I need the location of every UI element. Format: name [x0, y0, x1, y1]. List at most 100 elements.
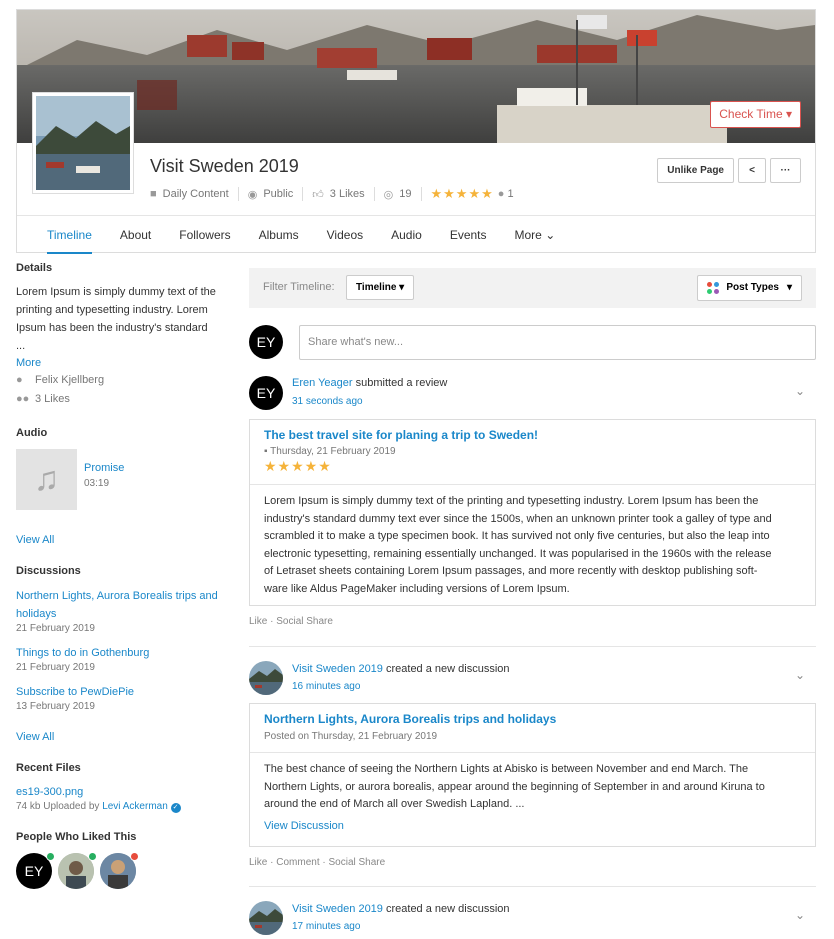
file-meta-text: 74 kb Uploaded by	[16, 801, 100, 812]
body-line: Northern Lights, or aurora borealis, app…	[264, 780, 765, 793]
tab-albums[interactable]: Albums	[245, 216, 313, 253]
filter-bar: Filter Timeline: Timeline ▾ Post Types ▾	[249, 268, 816, 308]
post-author-link[interactable]: Visit Sweden 2019	[292, 663, 383, 675]
folder-icon: ■	[150, 188, 157, 200]
details-more-link[interactable]: More	[16, 357, 234, 369]
recent-files-heading: Recent Files	[16, 762, 81, 774]
check-time-button[interactable]: Check Time ▾	[710, 101, 801, 128]
like-link[interactable]: Like	[249, 857, 267, 868]
discussion-card: Northern Lights, Aurora Borealis trips a…	[249, 703, 816, 847]
composer-avatar[interactable]: EY	[249, 325, 283, 359]
view-discussion-link[interactable]: View Discussion	[264, 818, 801, 836]
tab-about[interactable]: About	[106, 216, 165, 253]
discussion-title[interactable]: Northern Lights, Aurora Borealis trips a…	[16, 587, 234, 623]
details-heading: Details	[16, 262, 53, 274]
feed-divider	[249, 886, 816, 887]
people-liked-heading: People Who Liked This	[16, 831, 137, 843]
review-body: Lorem Ipsum is simply dummy text of the …	[250, 485, 815, 606]
discussion-date: 21 February 2019	[16, 662, 95, 673]
tab-followers[interactable]: Followers	[165, 216, 244, 253]
review-title[interactable]: The best travel site for planing a trip …	[264, 428, 801, 442]
filter-timeline-select[interactable]: Timeline ▾	[346, 275, 415, 300]
audio-view-all-link[interactable]: View All	[16, 534, 234, 546]
review-date: ▪ Thursday, 21 February 2019	[264, 446, 801, 457]
like-link[interactable]: Like	[249, 616, 267, 627]
chevron-down-icon[interactable]: ⌄	[795, 384, 805, 398]
audio-track-title[interactable]: Promise	[84, 462, 124, 474]
tab-more-label: More	[514, 228, 542, 242]
unlike-page-button[interactable]: Unlike Page	[657, 158, 734, 183]
likes-count[interactable]: 3 Likes	[330, 188, 365, 200]
post-author-avatar[interactable]	[249, 661, 283, 695]
file-uploader-link[interactable]: Levi Ackerman	[102, 801, 168, 812]
post-action: created a new discussion	[385, 663, 510, 675]
audio-thumbnail[interactable]: ♫	[16, 449, 77, 510]
social-share-link[interactable]: Social Share	[329, 857, 386, 868]
discussion-title[interactable]: Northern Lights, Aurora Borealis trips a…	[264, 712, 801, 726]
tab-events[interactable]: Events	[436, 216, 501, 253]
review-card-header: The best travel site for planing a trip …	[250, 420, 815, 485]
raters-count: 1	[507, 188, 514, 200]
post-time[interactable]: 31 seconds ago	[292, 396, 363, 407]
discussion-card-header: Northern Lights, Aurora Borealis trips a…	[250, 704, 815, 753]
post-action: submitted a review	[355, 377, 448, 389]
file-meta: 74 kb Uploaded by Levi Ackerman ✓	[16, 801, 234, 813]
page-tabs: Timeline About Followers Albums Videos A…	[17, 215, 815, 254]
post-header: Visit Sweden 2019 created a new discussi…	[292, 903, 510, 915]
more-options-button[interactable]: ···	[770, 158, 801, 183]
discussion-body: The best chance of seeing the Northern L…	[250, 753, 815, 843]
tab-more[interactable]: More ⌄	[501, 216, 570, 253]
body-line: electronic typesetting, remaining essent…	[264, 547, 772, 560]
body-line: ware like Aldus PageMaker including vers…	[264, 582, 570, 595]
social-share-link[interactable]: Social Share	[276, 616, 333, 627]
online-status-dot	[88, 852, 97, 861]
chevron-down-icon[interactable]: ⌄	[795, 908, 805, 922]
caret-down-icon: ▾	[785, 107, 792, 121]
post-author-avatar[interactable]: EY	[249, 376, 283, 410]
audio-item[interactable]: ♫ Promise 03:19	[16, 449, 234, 510]
post-time[interactable]: 16 minutes ago	[292, 681, 360, 692]
tab-videos[interactable]: Videos	[313, 216, 377, 253]
post-author-link[interactable]: Visit Sweden 2019	[292, 903, 383, 915]
body-line: The best chance of seeing the Northern L…	[264, 763, 749, 775]
tab-timeline[interactable]: Timeline	[33, 216, 106, 254]
post-author-avatar[interactable]	[249, 901, 283, 935]
comment-link[interactable]: Comment	[276, 857, 319, 868]
eye-icon: ◎	[383, 188, 394, 201]
sidebar: Details Lorem Ipsum is simply dummy text…	[16, 262, 234, 893]
details-line: ...	[16, 340, 26, 352]
page-title: Visit Sweden 2019	[150, 156, 299, 176]
share-button[interactable]: <	[738, 158, 766, 183]
discussion-posted: Posted on Thursday, 21 February 2019	[264, 731, 438, 742]
discussions-view-all-link[interactable]: View All	[16, 731, 234, 743]
discussion-item: Things to do in Gothenburg 21 February 2…	[16, 644, 234, 673]
audio-duration: 03:19	[84, 478, 110, 489]
discussion-title[interactable]: Subscribe to PewDiePie	[16, 683, 234, 701]
user-icon: ●	[16, 374, 23, 386]
discussions-heading: Discussions	[16, 565, 81, 577]
tab-audio[interactable]: Audio	[377, 216, 436, 253]
meta-divider	[420, 187, 422, 201]
page-avatar[interactable]	[33, 93, 133, 193]
post-author-link[interactable]: Eren Yeager	[292, 377, 353, 389]
file-name-link[interactable]: es19-300.png	[16, 786, 234, 798]
post-types-select[interactable]: Post Types ▾	[697, 275, 802, 301]
verified-icon: ✓	[170, 803, 181, 813]
composer-input[interactable]: Share what's new...	[299, 325, 816, 360]
header-actions: Unlike Page < ···	[657, 158, 801, 183]
body-line: Lorem Ipsum is simply dummy text of the …	[264, 495, 759, 507]
liker-initials: EY	[24, 863, 44, 879]
post-time[interactable]: 17 minutes ago	[292, 921, 360, 932]
category-label[interactable]: Daily Content	[163, 188, 229, 200]
rating-stars[interactable]: ★★★★★	[431, 186, 494, 202]
meta-divider	[237, 187, 239, 201]
discussion-date: 13 February 2019	[16, 701, 95, 712]
globe-icon: ◉	[247, 188, 258, 201]
post-action: created a new discussion	[385, 903, 510, 915]
review-card: The best travel site for planing a trip …	[249, 419, 816, 606]
discussion-title[interactable]: Things to do in Gothenburg	[16, 644, 234, 662]
discussion-title-line: Northern Lights, Aurora Borealis trips a…	[16, 590, 218, 602]
meta-divider	[302, 187, 304, 201]
chevron-down-icon[interactable]: ⌄	[795, 668, 805, 682]
page-meta: ■ Daily Content ◉ Public 👍︎ 3 Likes ◎ 19…	[150, 186, 514, 202]
